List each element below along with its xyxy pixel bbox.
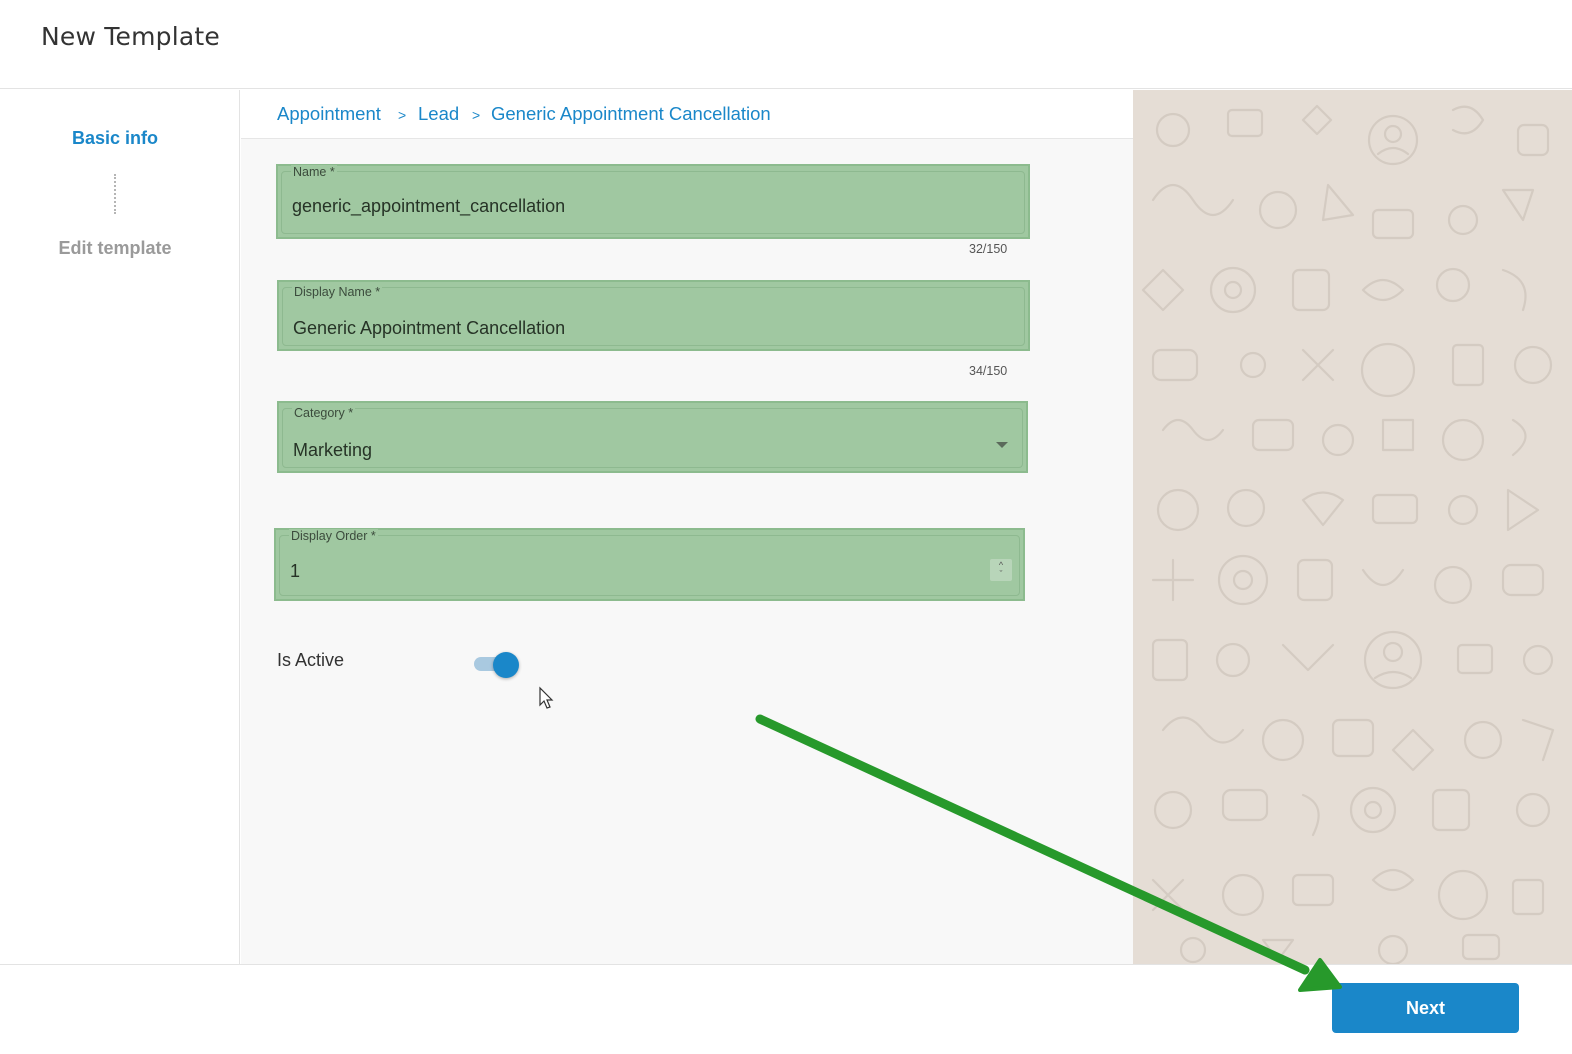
preview-background bbox=[1133, 90, 1572, 964]
stepper-down-icon[interactable]: ˇ bbox=[996, 570, 1006, 579]
category-field-label: Category * bbox=[292, 406, 356, 420]
breadcrumb-separator: > bbox=[398, 107, 407, 123]
breadcrumb: Appointment > Lead > Generic Appointment… bbox=[241, 90, 1133, 139]
name-field[interactable]: Name * generic_appointment_cancellation bbox=[276, 164, 1030, 239]
breadcrumb-item-generic-appointment-cancellation[interactable]: Generic Appointment Cancellation bbox=[491, 103, 771, 125]
display-name-field[interactable]: Display Name * Generic Appointment Cance… bbox=[277, 280, 1030, 351]
breadcrumb-item-lead[interactable]: Lead bbox=[418, 103, 459, 125]
category-selected-value[interactable]: Marketing bbox=[293, 440, 372, 461]
breadcrumb-item-appointment[interactable]: Appointment bbox=[277, 103, 381, 125]
display-order-input[interactable]: 1 bbox=[290, 561, 300, 582]
chevron-down-icon[interactable] bbox=[996, 442, 1008, 448]
display-order-field[interactable]: Display Order * 1 ^ ˇ bbox=[274, 528, 1025, 601]
display-name-input[interactable]: Generic Appointment Cancellation bbox=[293, 318, 565, 339]
step-edit-template[interactable]: Edit template bbox=[0, 238, 230, 259]
stepper-sidebar: Basic info Edit template bbox=[0, 90, 240, 964]
is-active-label: Is Active bbox=[277, 650, 345, 670]
step-basic-info[interactable]: Basic info bbox=[0, 128, 230, 149]
display-name-field-label: Display Name * bbox=[292, 285, 383, 299]
page-title: New Template bbox=[41, 22, 220, 51]
page-header: New Template bbox=[0, 0, 1572, 89]
stepper-up-icon[interactable]: ^ bbox=[996, 561, 1006, 570]
name-field-label: Name * bbox=[291, 165, 337, 179]
name-char-counter: 32/150 bbox=[969, 242, 1008, 256]
number-stepper[interactable]: ^ ˇ bbox=[990, 559, 1012, 581]
display-order-field-label: Display Order * bbox=[289, 529, 378, 543]
is-active-toggle-thumb[interactable] bbox=[493, 652, 519, 678]
breadcrumb-separator: > bbox=[472, 107, 481, 123]
next-button[interactable]: Next bbox=[1332, 983, 1519, 1033]
step-connector bbox=[114, 174, 116, 214]
doodle-pattern bbox=[1141, 104, 1555, 964]
display-name-char-counter: 34/150 bbox=[969, 364, 1008, 378]
display-order-field-outline bbox=[279, 535, 1020, 596]
category-field-outline bbox=[282, 408, 1023, 468]
category-select[interactable]: Category * Marketing bbox=[277, 401, 1028, 473]
name-input[interactable]: generic_appointment_cancellation bbox=[292, 196, 565, 217]
